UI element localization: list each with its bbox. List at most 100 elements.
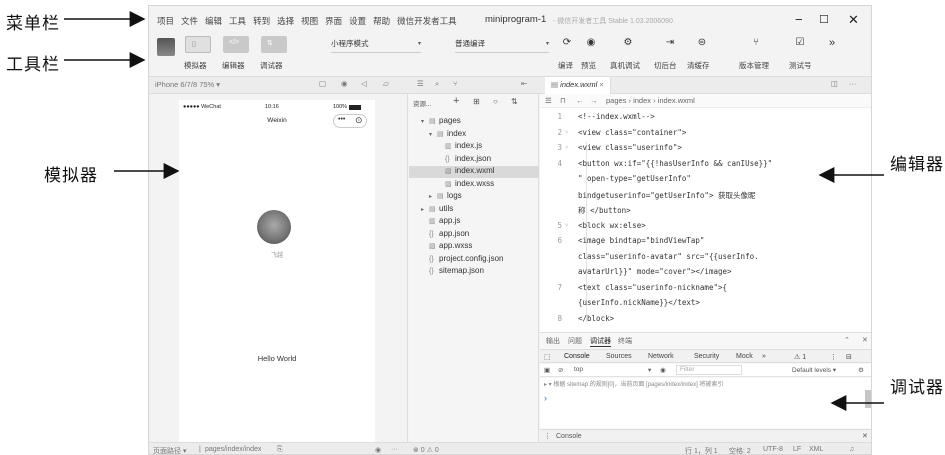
menu-item[interactable]: 编辑 [205,15,222,27]
record-icon[interactable]: ⊙ [355,115,363,126]
tree-item[interactable]: ▸ ▤ utils [409,204,539,216]
menu-item[interactable]: 转到 [253,15,270,27]
more-actions-button[interactable]: » [821,37,843,49]
simulator-toggle[interactable]: ▯ [185,36,211,53]
compile-select[interactable]: 普通编译 ▾ [455,38,549,53]
device-debug-icon[interactable]: ⚙ [617,37,639,48]
split-editor-icon[interactable]: ◫ [831,79,838,88]
fold-chevron-icon[interactable]: ˅ [565,144,568,151]
menu-item[interactable]: 设置 [349,15,366,27]
device-select[interactable]: iPhone 6/7/8 75% ▾ [155,80,220,89]
filter-input[interactable]: Filter [676,365,742,375]
tree-item[interactable]: ▨ app.wxss [409,241,539,253]
tab-output[interactable]: 输出 [546,336,560,346]
console-prompt[interactable]: › [544,393,547,403]
sim-rotate-icon[interactable]: ▢ [319,79,326,88]
problems-count[interactable]: ⊗ 0 ⚠ 0 [413,446,439,454]
sidebar-toggle-icon[interactable]: ▣ [544,366,550,374]
code-line[interactable]: bindgetuserinfo="getUserInfo"> 获取头像昵 [540,190,871,202]
code-line[interactable]: 2 ˅ <view class="container"> [540,128,871,140]
devtab-more[interactable]: » [762,353,766,360]
explorer-search-icon[interactable]: ⌕ [435,79,439,89]
console-settings-icon[interactable]: ⚙ [858,366,864,374]
compile-icon[interactable]: ⟳ [556,37,578,48]
notification-bell-icon[interactable]: ♫ [849,446,854,453]
drawer-close-icon[interactable]: ✕ [862,432,868,440]
capsule-button[interactable]: ••• ⊙ [333,114,367,128]
sim-volume-icon[interactable]: ◁ [361,79,367,88]
tree-item[interactable]: ▧ index.wxml [409,166,539,178]
back-icon[interactable]: ← [576,96,584,105]
console-output[interactable]: ▸ ▾ 根据 sitemap 的规则[0]，当前页面 [pages/index/… [540,378,871,428]
file-tab[interactable]: ▤ index.wxml × [545,77,611,94]
encoding[interactable]: UTF-8 [763,446,783,453]
devtab-security[interactable]: Security [694,353,719,360]
menu-item[interactable]: 视图 [301,15,318,27]
levels-select[interactable]: Default levels ▾ [792,366,836,374]
devtab-mock[interactable]: Mock [736,353,753,360]
eye-preview-icon[interactable]: ◉ [375,446,381,454]
status-more-icon[interactable]: ··· [391,446,398,453]
devtab-network[interactable]: Network [648,353,674,360]
tab-debugger[interactable]: 调试器 [590,336,611,347]
breadcrumb-path[interactable]: pages › index › index.wxml [606,96,695,105]
explorer-git-icon[interactable]: ⑂ [453,79,458,88]
sort-icon[interactable]: ⇅ [511,97,518,106]
refresh-icon[interactable]: ○ [493,97,498,106]
clear-console-icon[interactable]: ⊘ [558,366,563,374]
context-select[interactable]: top [574,366,583,373]
menu-item[interactable]: 工具 [229,15,246,27]
debugger-toggle[interactable]: ⇅ [261,36,287,53]
indentation[interactable]: 空格: 2 [729,446,751,454]
add-folder-icon[interactable]: ⊞ [473,97,480,106]
eye-icon[interactable]: ◉ [660,366,666,374]
devtools-dock-icon[interactable]: ⊟ [846,353,852,361]
file-tab-close-icon[interactable]: × [599,80,603,89]
tab-problems[interactable]: 问题 [568,336,582,346]
close-button[interactable]: ✕ [848,12,859,28]
explorer-files-icon[interactable]: ☰ [417,79,424,88]
tree-item[interactable]: {} sitemap.json [409,266,539,278]
copy-path-icon[interactable]: ⎘ [277,446,283,454]
code-line[interactable]: 8 </block> [540,314,871,326]
editor-toggle[interactable]: </> [223,36,249,53]
menu-item[interactable]: 选择 [277,15,294,27]
page-path[interactable]: pages/index/index [205,446,261,453]
mode-select[interactable]: 小程序模式 ▾ [331,38,421,53]
add-file-icon[interactable]: + [453,95,459,107]
fold-chevron-icon[interactable]: ˅ [565,129,568,136]
sim-record-icon[interactable]: ◉ [341,79,348,88]
console-scrollbar[interactable] [865,390,871,408]
clear-cache-icon[interactable]: ⊜ [691,37,713,48]
tree-item[interactable]: ▥ app.js [409,216,539,228]
language-mode[interactable]: XML [809,446,823,453]
bookmark-icon[interactable]: ⊓ [560,96,566,105]
tree-item[interactable]: ▾ ▤ index [409,129,539,141]
user-avatar-image[interactable] [257,210,291,244]
background-icon[interactable]: ⇥ [659,37,681,48]
minimize-button[interactable]: − [795,12,803,27]
fold-chevron-icon[interactable]: ˅ [565,222,568,229]
drawer-tab-console[interactable]: Console [556,433,582,440]
page-path-label[interactable]: 页面路径 ▾ [153,446,186,454]
code-line[interactable]: 6 <image bindtap="bindViewTap" [540,236,871,248]
tree-item[interactable]: ▨ index.wxss [409,179,539,191]
code-line[interactable]: " open-type="getUserInfo" [540,174,871,186]
tree-item[interactable]: ▥ index.js [409,141,539,153]
inspect-icon[interactable]: ⬚ [544,353,551,361]
devtools-menu-icon[interactable]: ⋮ [830,353,837,361]
cursor-position[interactable]: 行 1，列 1 [685,446,718,454]
menu-item[interactable]: 文件 [181,15,198,27]
drawer-menu-icon[interactable]: ⋮ [544,432,551,440]
devtab-sources[interactable]: Sources [606,353,632,360]
toggle-sidebar-icon[interactable]: ☰ [545,96,552,105]
user-avatar[interactable] [157,38,175,56]
code-line[interactable]: 称 </button> [540,205,871,217]
code-editor[interactable]: ☰ ⊓ ← → pages › index › index.wxml 1 <!--… [540,94,871,332]
more-dots-icon[interactable]: ••• [338,116,345,123]
close-panel-icon[interactable]: ✕ [862,336,868,344]
devtab-console[interactable]: Console [564,353,590,360]
code-line[interactable]: 5 ˅ <block wx:else> [540,221,871,233]
preview-icon[interactable]: ◉ [580,37,602,48]
tree-item[interactable]: ▾ ▤ pages [409,116,539,128]
